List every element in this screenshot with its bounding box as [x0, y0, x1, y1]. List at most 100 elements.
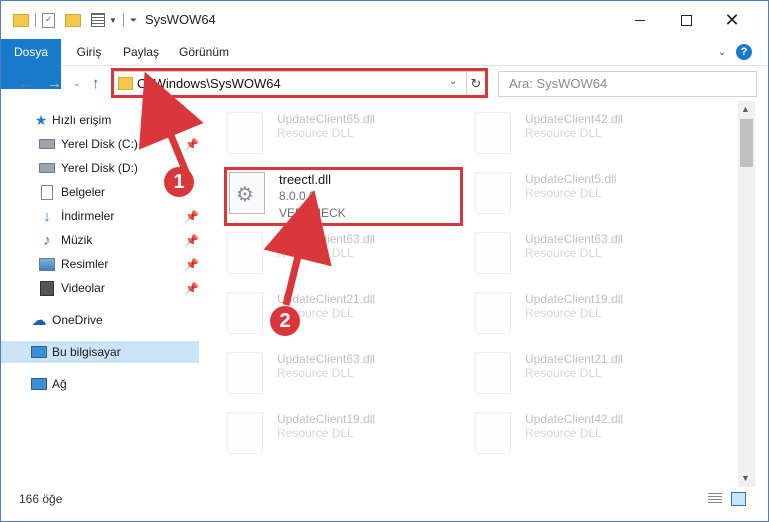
dll-file-icon: [227, 412, 263, 454]
pictures-icon: [39, 256, 55, 272]
file-item[interactable]: UpdateClient65.dll Resource DLL: [227, 112, 427, 162]
item-count: 166 öğe: [19, 492, 63, 506]
sidebar-item-local-disk-c[interactable]: Yerel Disk (C:) 📌: [1, 133, 199, 155]
separator-icon: [122, 13, 124, 27]
scrollbar-thumb[interactable]: [740, 119, 753, 167]
file-item[interactable]: UpdateClient21.dll Resource DLL: [475, 352, 675, 402]
file-description: Resource DLL: [277, 366, 354, 380]
file-name: UpdateClient63.dll: [277, 352, 376, 366]
properties-icon[interactable]: ✓: [42, 12, 55, 28]
minimize-icon: [635, 19, 645, 21]
search-input[interactable]: Ara: SysWOW64: [498, 71, 757, 97]
videos-icon: [39, 280, 55, 296]
tab-home[interactable]: Giriş: [69, 39, 109, 65]
file-item[interactable]: UpdateClient19.dll Resource DLL: [227, 412, 427, 462]
new-folder-icon[interactable]: [65, 13, 81, 27]
file-name: UpdateClient42.dll: [525, 112, 624, 126]
sidebar-item-label: İndirmeler: [61, 209, 115, 223]
explorer-window: ✓ ▼ ⏷ SysWOW64 ✕ Dosya Giriş Paylaş Görü…: [0, 0, 769, 522]
sidebar-item-onedrive[interactable]: ☁ OneDrive: [1, 309, 199, 331]
sidebar-item-label: Hızlı erişim: [52, 113, 112, 127]
annotation-badge-1: 1: [164, 167, 194, 197]
maximize-button[interactable]: [663, 7, 709, 33]
sidebar-item-label: Yerel Disk (D:): [61, 161, 138, 175]
pin-icon[interactable]: 📌: [185, 138, 199, 151]
vertical-scrollbar[interactable]: ▲ ▼: [738, 101, 755, 487]
separator-icon: [35, 13, 36, 27]
expand-ribbon-icon[interactable]: ⌄: [714, 44, 730, 60]
pin-icon[interactable]: 📌: [185, 210, 199, 223]
dll-file-icon: [475, 172, 511, 214]
file-name: UpdateClient19.dll: [525, 292, 624, 306]
sidebar-item-label: Yerel Disk (C:): [61, 137, 138, 151]
pin-icon[interactable]: 📌: [185, 258, 199, 271]
quick-access-toolbar: ✓ ▼ ⏷: [13, 10, 137, 30]
large-icons-view-icon[interactable]: [731, 492, 746, 506]
file-name: UpdateClient5.dll: [525, 172, 617, 186]
file-name: UpdateClient21.dll: [277, 292, 376, 306]
pin-icon[interactable]: 📌: [185, 282, 199, 295]
sidebar-item-this-pc[interactable]: Bu bilgisayar: [1, 341, 199, 363]
chevron-down-icon[interactable]: ▼: [109, 16, 117, 25]
sidebar-item-downloads[interactable]: ↓ İndirmeler 📌: [1, 205, 199, 227]
dll-file-icon: [475, 352, 511, 394]
file-description: Resource DLL: [525, 246, 602, 260]
dll-file-icon: [227, 292, 263, 334]
sidebar-item-label: Müzik: [61, 233, 93, 247]
network-icon: [31, 376, 47, 392]
sidebar-item-label: Resimler: [61, 257, 109, 271]
file-item[interactable]: UpdateClient42.dll Resource DLL: [475, 112, 675, 162]
file-item[interactable]: UpdateClient5.dll Resource DLL: [475, 172, 675, 222]
drive-icon: [39, 160, 55, 176]
close-button[interactable]: ✕: [709, 7, 755, 33]
scroll-down-icon[interactable]: ▼: [741, 473, 750, 483]
sidebar-item-pictures[interactable]: Resimler 📌: [1, 253, 199, 275]
scroll-up-icon[interactable]: ▲: [741, 104, 750, 114]
customize-toolbar-icon[interactable]: ⏷: [130, 15, 137, 26]
sidebar-item-videos[interactable]: Videolar 📌: [1, 277, 199, 299]
pin-icon[interactable]: 📌: [185, 234, 199, 247]
file-item[interactable]: UpdateClient63.dll Resource DLL: [475, 232, 675, 282]
view-options-icon[interactable]: [91, 13, 105, 27]
file-description: Resource DLL: [277, 426, 354, 440]
file-item[interactable]: UpdateClient21.dll Resource DLL: [227, 292, 427, 342]
tab-share[interactable]: Paylaş: [119, 39, 163, 65]
file-name: UpdateClient65.dll: [277, 112, 376, 126]
close-icon: ✕: [724, 9, 740, 30]
dll-file-icon: [475, 232, 511, 274]
back-arrow-icon[interactable]: ←: [19, 75, 34, 92]
sidebar-item-label: Bu bilgisayar: [52, 345, 121, 359]
computer-icon: [31, 344, 47, 360]
sidebar-item-label: Belgeler: [61, 185, 106, 199]
help-icon[interactable]: ?: [736, 44, 752, 60]
file-name: UpdateClient21.dll: [525, 352, 624, 366]
details-view-icon[interactable]: [708, 493, 722, 504]
sidebar-item-network[interactable]: Ağ: [1, 373, 199, 395]
dll-file-icon: [227, 112, 263, 154]
file-item[interactable]: UpdateClient63.dll Resource DLL: [227, 232, 427, 282]
file-item[interactable]: UpdateClient42.dll Resource DLL: [475, 412, 675, 462]
file-description: Resource DLL: [525, 126, 602, 140]
recent-locations-icon[interactable]: ⌄: [73, 78, 81, 89]
file-item[interactable]: UpdateClient19.dll Resource DLL: [475, 292, 675, 342]
dll-file-icon: [227, 232, 263, 274]
search-placeholder: Ara: SysWOW64: [509, 76, 608, 91]
dll-file-icon: [227, 352, 263, 394]
file-name: UpdateClient42.dll: [525, 412, 624, 426]
sidebar-item-label: OneDrive: [52, 313, 103, 327]
file-item[interactable]: UpdateClient63.dll Resource DLL: [227, 352, 427, 402]
folder-icon[interactable]: [13, 13, 29, 27]
sidebar-item-music[interactable]: ♪ Müzik 📌: [1, 229, 199, 251]
title-bar: ✓ ▼ ⏷ SysWOW64 ✕: [1, 1, 768, 39]
file-description: Resource DLL: [525, 306, 602, 320]
file-description: Resource DLL: [277, 126, 354, 140]
forward-arrow-icon[interactable]: →: [47, 75, 62, 92]
file-description: Resource DLL: [525, 426, 602, 440]
sidebar-item-quick-access[interactable]: ★ Hızlı erişim: [1, 109, 199, 131]
file-name: UpdateClient63.dll: [525, 232, 624, 246]
tab-view[interactable]: Görünüm: [173, 39, 235, 65]
file-highlight-box: [224, 167, 463, 226]
sidebar-item-label: Videolar: [61, 281, 105, 295]
minimize-button[interactable]: [617, 7, 663, 33]
up-arrow-icon[interactable]: ↑: [92, 75, 100, 92]
